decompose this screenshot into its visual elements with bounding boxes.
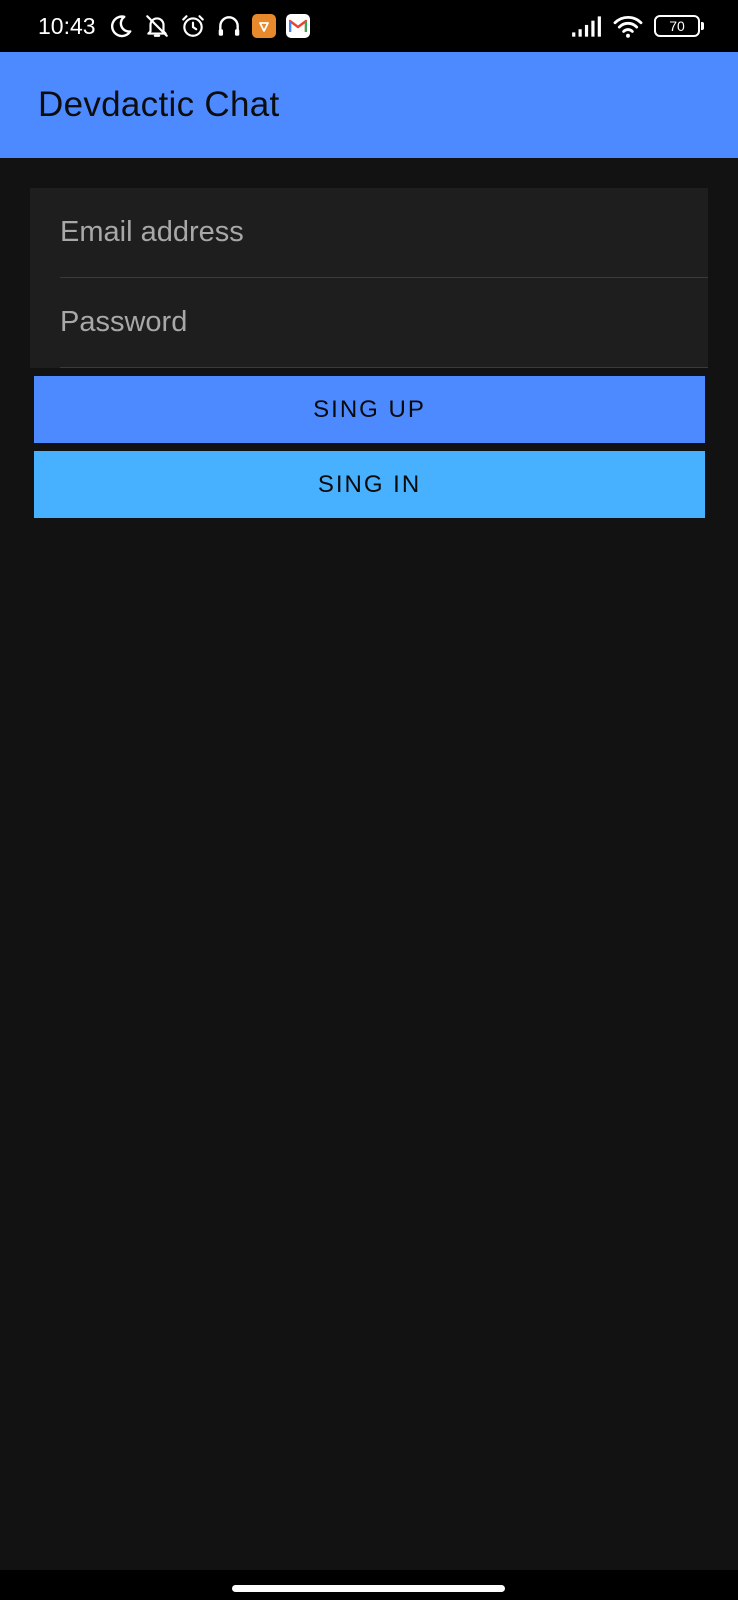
status-bar: 10:43 70 <box>0 0 738 52</box>
login-form <box>30 188 708 368</box>
headset-icon <box>218 16 239 36</box>
battery-level: 70 <box>669 18 685 34</box>
home-indicator[interactable] <box>232 1585 505 1592</box>
email-field[interactable] <box>60 188 708 277</box>
signal-icon <box>572 16 601 37</box>
wifi-icon <box>613 16 643 38</box>
status-time: 10:43 <box>38 12 96 39</box>
main-content: SING UP SING IN <box>0 158 738 1570</box>
alarm-icon <box>181 15 204 37</box>
page-title: Devdactic Chat <box>38 85 280 124</box>
status-bar-right: 70 <box>570 13 704 39</box>
system-navigation-bar <box>0 1570 738 1600</box>
app-bar: Devdactic Chat <box>0 52 738 158</box>
moon-icon <box>110 15 131 38</box>
app-notification-icon <box>251 14 276 38</box>
gmail-icon <box>285 14 310 38</box>
sign-in-button[interactable]: SING IN <box>34 451 705 518</box>
status-bar-left: 10:43 <box>38 13 310 40</box>
sign-up-button[interactable]: SING UP <box>34 376 705 443</box>
email-field-container <box>60 188 708 278</box>
notifications-off-icon <box>145 15 168 37</box>
password-field-container <box>60 278 708 368</box>
battery-icon: 70 <box>654 15 704 37</box>
password-field[interactable] <box>60 278 708 367</box>
